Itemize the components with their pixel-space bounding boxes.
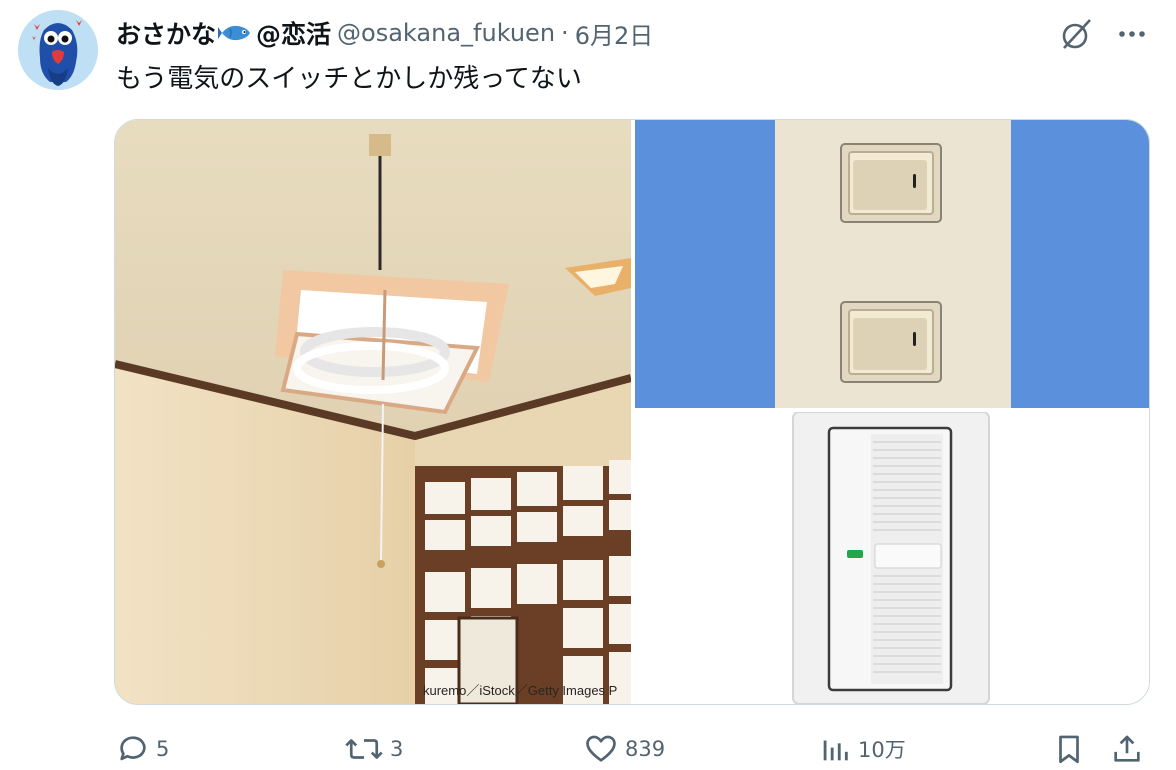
share-button[interactable] — [1110, 728, 1150, 770]
avatar-fish-image — [18, 10, 98, 90]
like-button[interactable]: 839 — [583, 728, 665, 770]
share-icon — [1114, 735, 1140, 762]
separator-dot: · — [561, 19, 569, 47]
action-bar: 5 3 839 10万 — [0, 728, 1176, 770]
like-count: 839 — [625, 737, 666, 761]
rocker-switches-photo[interactable] — [635, 120, 1149, 408]
retweet-button[interactable]: 3 — [344, 728, 403, 770]
tweet-text: もう電気のスイッチとかしか残ってない — [116, 64, 582, 94]
views-button[interactable]: 10万 — [818, 728, 906, 770]
like-icon — [586, 735, 616, 762]
reply-count: 5 — [156, 737, 170, 761]
reply-icon — [120, 736, 146, 761]
reply-button[interactable]: 5 — [116, 728, 169, 770]
tweet-date[interactable]: 6月2日 — [575, 16, 654, 51]
bookmark-icon — [1059, 735, 1079, 764]
wide-switch-photo[interactable] — [635, 411, 1149, 704]
retweet-count: 3 — [390, 737, 404, 761]
tweet-header: おさかな @恋活 @osakana_fukuen · 6月2日 — [116, 16, 653, 50]
photo-credit-watermark: kuremo／iStock／Getty Images P — [423, 683, 618, 698]
views-icon — [823, 740, 848, 761]
more-icon[interactable] — [1112, 16, 1152, 52]
author-handle[interactable]: @osakana_fukuen — [337, 19, 555, 47]
view-count: 10万 — [858, 738, 906, 762]
bookmark-button[interactable] — [1052, 728, 1092, 770]
grok-icon[interactable] — [1056, 14, 1096, 54]
author-name[interactable]: おさかな — [116, 15, 216, 51]
author-name-suffix[interactable]: @恋活 — [256, 15, 331, 51]
retweet-icon — [345, 739, 383, 759]
fish-emoji-icon — [218, 25, 251, 41]
avatar[interactable] — [18, 10, 98, 90]
ceiling-lamp-photo[interactable]: kuremo／iStock／Getty Images P — [115, 120, 633, 704]
media-grid: kuremo／iStock／Getty Images P — [114, 119, 1150, 705]
